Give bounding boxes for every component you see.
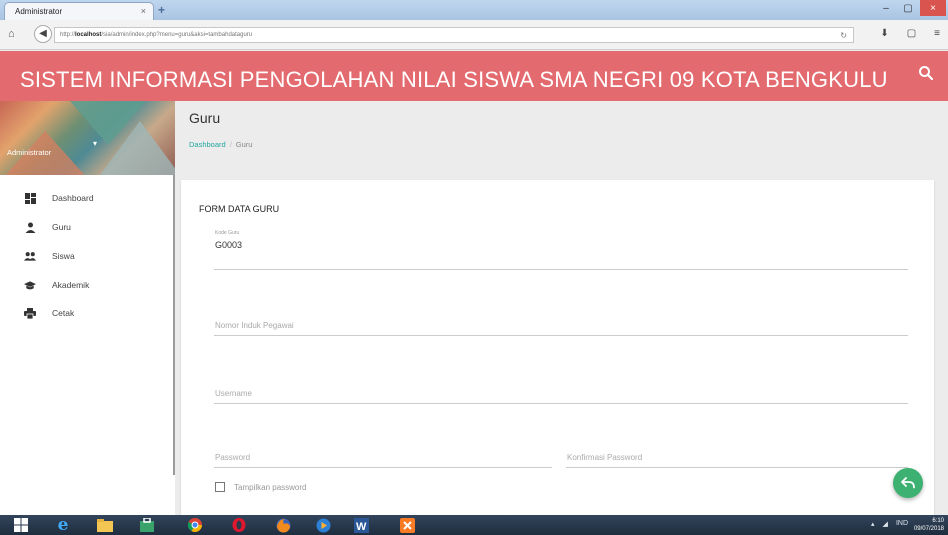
show-password-label: Tampilkan password — [234, 482, 307, 492]
home-icon[interactable]: ⌂ — [8, 28, 15, 40]
clock[interactable]: 6:10 09/07/2018 — [914, 517, 944, 533]
firefox-icon[interactable] — [272, 516, 294, 534]
breadcrumb-current: Guru — [235, 140, 253, 149]
form-card: FORM DATA GURU Kode Guru G0003 Nomor Ind… — [181, 180, 934, 515]
user-name[interactable]: Administrator — [7, 148, 51, 157]
chrome-icon[interactable] — [184, 516, 206, 534]
sidebar-item-label: Dashboard — [52, 193, 94, 203]
tab-title: Administrator — [15, 7, 63, 16]
dashboard-icon — [24, 192, 36, 204]
breadcrumb-dashboard-link[interactable]: Dashboard — [189, 140, 226, 149]
close-window-button[interactable]: × — [920, 0, 946, 16]
address-bar[interactable]: http://localhost/sia/admin/index.php?men… — [54, 27, 854, 43]
file-explorer-icon[interactable] — [94, 516, 116, 534]
sidebar-item-label: Siswa — [52, 251, 75, 261]
user-profile-banner: ▾ Administrator — [0, 101, 175, 175]
store-icon[interactable] — [136, 516, 158, 534]
kode-guru-field[interactable]: Kode Guru G0003 — [214, 230, 908, 270]
browser-tab-bar: Administrator × + – ▢ × — [0, 0, 948, 20]
password-placeholder: Password — [215, 453, 251, 462]
clock-date: 09/07/2018 — [913, 526, 944, 532]
show-password-row[interactable]: Tampilkan password — [215, 482, 306, 492]
nip-placeholder: Nomor Induk Pegawai — [215, 321, 294, 330]
sidebar-item-siswa[interactable]: Siswa — [24, 249, 75, 263]
app-header: SISTEM INFORMASI PENGOLAHAN NILAI SISWA … — [0, 51, 948, 101]
windows-taskbar: e W ▴ ◢ IND 6:10 09/07/2018 — [0, 515, 948, 535]
xampp-icon[interactable] — [396, 516, 418, 534]
sidebar-item-label: Guru — [52, 222, 71, 232]
username-placeholder: Username — [215, 389, 252, 398]
network-icon[interactable]: ◢ — [883, 520, 888, 528]
input-language[interactable]: IND — [896, 520, 908, 528]
show-password-checkbox[interactable] — [215, 482, 225, 492]
word-icon[interactable]: W — [350, 516, 372, 534]
app-title: SISTEM INFORMASI PENGOLAHAN NILAI SISWA … — [20, 67, 888, 92]
back-fab-button[interactable] — [893, 468, 923, 498]
confirm-password-placeholder: Konfirmasi Password — [567, 453, 643, 462]
svg-text:W: W — [356, 521, 367, 533]
search-icon[interactable] — [918, 65, 934, 81]
confirm-password-input[interactable]: Konfirmasi Password — [566, 440, 908, 468]
sidebar-item-dashboard[interactable]: Dashboard — [24, 191, 94, 205]
school-icon — [24, 279, 36, 291]
minimize-button[interactable]: – — [876, 0, 896, 16]
opera-icon[interactable] — [228, 516, 250, 534]
ie-icon[interactable]: e — [52, 516, 74, 534]
person-icon — [24, 221, 36, 233]
browser-nav-bar: ⌂ ◀ http://localhost/sia/admin/index.php… — [0, 20, 948, 50]
maximize-button[interactable]: ▢ — [898, 0, 918, 16]
breadcrumb-separator: / — [229, 140, 232, 149]
undo-icon — [901, 477, 915, 489]
sidebar-item-label: Akademik — [52, 280, 90, 290]
kode-guru-value: G0003 — [215, 240, 243, 250]
username-input[interactable]: Username — [214, 376, 908, 404]
nip-input[interactable]: Nomor Induk Pegawai — [214, 308, 908, 336]
download-icon[interactable]: ⬇ — [880, 28, 888, 39]
kode-guru-label: Kode Guru — [215, 230, 240, 236]
sidebar-scrollbar[interactable] — [173, 175, 175, 475]
sidebar-item-cetak[interactable]: Cetak — [24, 306, 74, 320]
browser-toolbar-icons: ⬇ ▢ ≡ — [880, 28, 940, 39]
sidebar-item-akademik[interactable]: Akademik — [24, 278, 89, 292]
password-input[interactable]: Password — [214, 440, 552, 468]
back-button[interactable]: ◀ — [34, 25, 52, 43]
reload-icon[interactable]: ↻ — [840, 31, 847, 40]
print-icon — [24, 307, 36, 319]
url-path: /sia/admin/index.php?menu=guru&aksi=tamb… — [101, 32, 253, 38]
menu-icon[interactable]: ≡ — [934, 28, 940, 39]
media-icon[interactable] — [312, 516, 334, 534]
form-title: FORM DATA GURU — [199, 204, 280, 214]
people-icon — [24, 250, 36, 262]
new-tab-button[interactable]: + — [158, 4, 165, 16]
url-host: localhost — [75, 32, 102, 38]
page-title: Guru — [189, 110, 221, 126]
window-controls: – ▢ × — [876, 0, 946, 18]
tab-close-icon[interactable]: × — [141, 6, 146, 16]
windows-start-icon[interactable] — [10, 516, 32, 534]
sidebar-item-label: Cetak — [52, 308, 75, 318]
clock-time: 6:10 — [932, 518, 944, 524]
system-tray: ▴ ◢ IND — [871, 520, 908, 528]
sidebar-item-guru[interactable]: Guru — [24, 220, 71, 234]
pocket-icon[interactable]: ▢ — [907, 28, 916, 39]
breadcrumb: Dashboard / Guru — [189, 140, 252, 149]
browser-tab[interactable]: Administrator × — [4, 2, 154, 20]
user-menu-caret-icon[interactable]: ▾ — [93, 139, 97, 148]
url-prefix: http:// — [60, 32, 76, 38]
tray-chevron-icon[interactable]: ▴ — [871, 520, 875, 528]
